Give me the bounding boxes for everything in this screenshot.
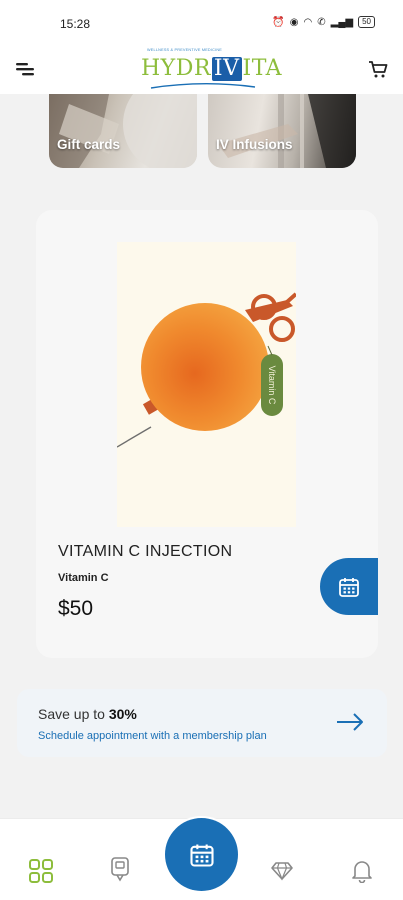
category-card-iv-infusions[interactable]: IV Infusions <box>208 94 356 168</box>
battery-icon: 50 <box>358 16 375 28</box>
call-icon: ✆ <box>317 16 326 28</box>
arrow-right-icon[interactable] <box>335 711 365 733</box>
logo-word-left: HYDR <box>141 56 211 81</box>
cart-icon[interactable] <box>367 58 389 80</box>
logo-tagline: WELLNESS & PREVENTIVE MEDICINE <box>147 48 222 52</box>
home-grid-icon <box>29 859 53 883</box>
alarm-icon: ⏰ <box>272 16 285 28</box>
calendar-icon <box>339 577 359 597</box>
status-icons: ⏰ ◉ ◠ ✆ ▂▄▆ 50 <box>272 16 375 28</box>
promo-prefix: Save up to <box>38 706 109 722</box>
product-image: Vitamin C <box>117 242 296 527</box>
bottom-navigation <box>0 818 403 900</box>
category-carousel: Gift cards IV Infusions <box>0 94 403 178</box>
bell-icon <box>352 861 372 883</box>
logo-swoosh <box>150 83 256 89</box>
product-price: $50 <box>58 597 94 620</box>
iv-infusions-image <box>218 94 356 168</box>
logo-wordmark: HYDR IV ITA <box>141 56 282 81</box>
diamond-icon <box>271 862 293 881</box>
signal-icon: ▂▄▆ <box>330 16 354 28</box>
nav-home[interactable] <box>27 857 55 885</box>
status-bar: 15:28 ⏰ ◉ ◠ ✆ ▂▄▆ 50 <box>0 0 403 44</box>
book-appointment-button[interactable] <box>320 558 378 615</box>
status-time: 15:28 <box>60 17 91 31</box>
promo-headline: Save up to 30% <box>38 706 137 722</box>
product-subtitle: Vitamin C <box>58 572 109 584</box>
category-card-gift-cards[interactable]: Gift cards <box>49 94 197 168</box>
logo-word-right: ITA <box>242 56 283 81</box>
promo-link[interactable]: Schedule appointment with a membership p… <box>38 730 267 742</box>
treatments-icon <box>111 857 129 882</box>
category-label: Gift cards <box>57 137 121 152</box>
nav-treatments[interactable] <box>106 855 134 883</box>
calendar-icon <box>189 844 214 867</box>
vibrate-icon: ◉ <box>289 16 299 28</box>
nav-book-appointment[interactable] <box>165 818 238 891</box>
hydrivita-logo[interactable]: WELLNESS & PREVENTIVE MEDICINE HYDR IV I… <box>141 46 282 92</box>
nav-notifications[interactable] <box>348 857 376 885</box>
membership-promo-banner[interactable]: Save up to 30% Schedule appointment with… <box>17 689 387 757</box>
product-tag-label: Vitamin C <box>267 365 277 405</box>
wifi-icon: ◠ <box>303 16 313 28</box>
app-header: WELLNESS & PREVENTIVE MEDICINE HYDR IV I… <box>0 44 403 94</box>
menu-icon[interactable] <box>14 58 36 80</box>
product-title: VITAMIN C INJECTION <box>58 543 233 560</box>
category-label: IV Infusions <box>216 137 293 152</box>
logo-word-iv: IV <box>211 55 242 81</box>
gift-cards-image <box>49 94 197 168</box>
nav-membership[interactable] <box>268 857 296 885</box>
promo-discount: 30% <box>108 706 137 722</box>
